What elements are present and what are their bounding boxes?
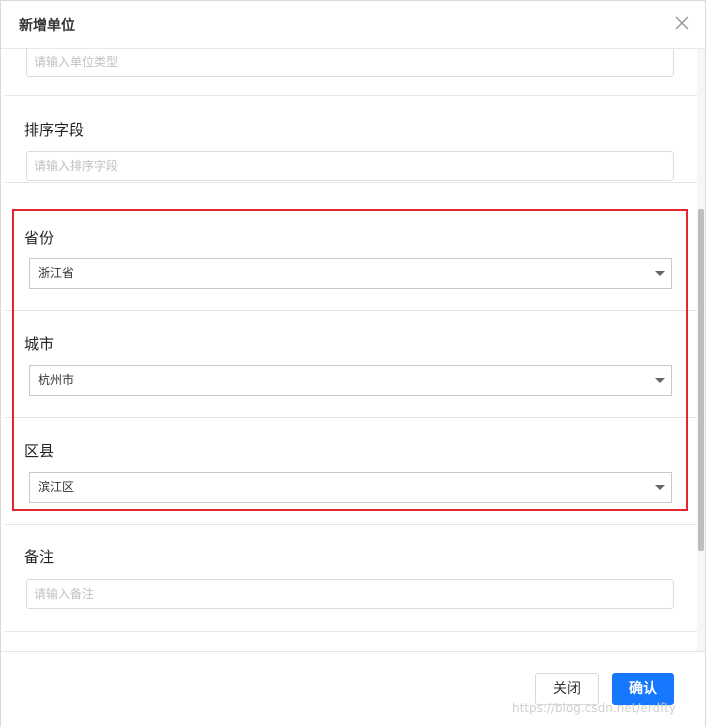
close-icon[interactable] [673, 14, 691, 32]
district-value: 滨江区 [38, 480, 75, 494]
watermark: https://blog.csdn.net/erdfty [512, 701, 676, 715]
dialog-footer: 关闭 确认 [1, 651, 705, 727]
field-remark: 备注 请输入备注 [5, 525, 697, 632]
city-select[interactable]: 杭州市 [29, 365, 672, 396]
city-value: 杭州市 [38, 373, 75, 387]
dialog-body: 请输入单位类型 排序字段 请输入排序字段 省份 浙江省 城市 杭州市 区县 滨江… [1, 49, 705, 651]
province-value: 浙江省 [38, 266, 75, 280]
district-select[interactable]: 滨江区 [29, 472, 672, 503]
province-label: 省份 [24, 229, 55, 247]
chevron-down-icon [655, 485, 665, 490]
dialog-title: 新增单位 [19, 18, 75, 34]
field-district: 区县 滨江区 [5, 418, 697, 525]
remark-input[interactable]: 请输入备注 [26, 579, 674, 609]
add-unit-dialog: 新增单位 请输入单位类型 排序字段 请输入排序字段 省份 浙江省 城市 杭州市 … [0, 0, 706, 727]
chevron-down-icon [655, 271, 665, 276]
city-label: 城市 [24, 335, 55, 353]
field-unit-type: 请输入单位类型 [5, 49, 697, 96]
unit-type-input[interactable]: 请输入单位类型 [26, 49, 674, 77]
field-province: 省份 浙江省 [5, 203, 697, 311]
province-select[interactable]: 浙江省 [29, 258, 672, 289]
dialog-header: 新增单位 [1, 1, 705, 49]
sort-field-label: 排序字段 [24, 121, 85, 139]
sort-field-input[interactable]: 请输入排序字段 [26, 151, 674, 181]
chevron-down-icon [655, 378, 665, 383]
district-label: 区县 [24, 442, 55, 460]
scrollbar-thumb[interactable] [698, 209, 704, 551]
remark-label: 备注 [24, 548, 55, 566]
field-city: 城市 杭州市 [5, 311, 697, 418]
field-sort-field: 排序字段 请输入排序字段 [5, 96, 697, 183]
